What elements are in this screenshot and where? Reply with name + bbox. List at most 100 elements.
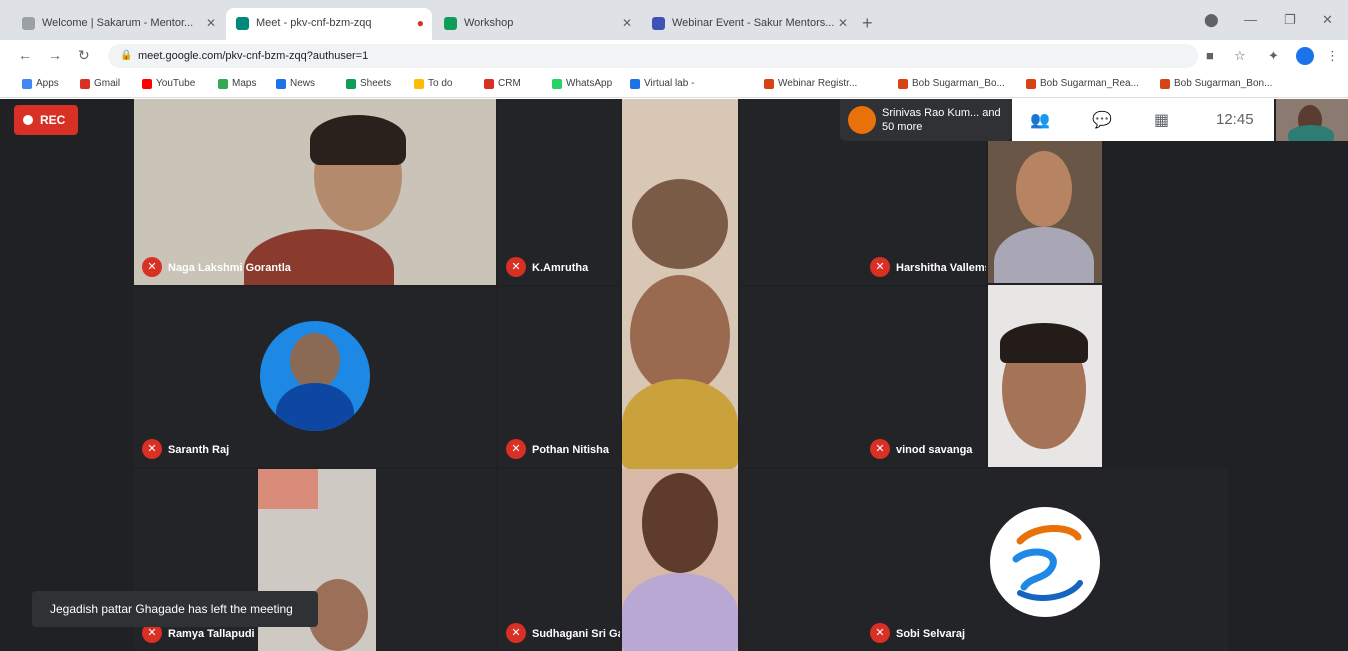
participant-tile[interactable]: ✕ Pothan Nitisha bbox=[498, 287, 620, 467]
bookmark-item[interactable]: Maps bbox=[218, 78, 256, 89]
bookmark-label: News bbox=[290, 78, 316, 89]
reload-icon[interactable]: ↻ bbox=[78, 47, 90, 64]
bookmark-icon bbox=[630, 79, 640, 89]
bookmark-item[interactable]: Bob Sugarman_Bo... bbox=[898, 78, 1005, 89]
bookmark-item[interactable]: Sheets bbox=[346, 78, 391, 89]
bookmark-label: Gmail bbox=[94, 78, 121, 89]
mic-off-icon: ✕ bbox=[870, 439, 890, 459]
participant-tile[interactable]: ✕ K.Amrutha bbox=[498, 99, 620, 285]
self-view[interactable] bbox=[1276, 99, 1348, 141]
bookmark-icon bbox=[276, 79, 286, 89]
participant-name: ✕ vinod savanga bbox=[870, 439, 972, 459]
activities-icon[interactable]: ▦ bbox=[1154, 110, 1169, 130]
recording-dot-icon[interactable]: ● bbox=[417, 8, 424, 38]
bookmark-item[interactable]: Virtual lab - bbox=[630, 78, 694, 89]
user-avatar-icon bbox=[848, 106, 876, 134]
tab-favicon-icon bbox=[22, 17, 35, 30]
window-close-icon[interactable]: ✕ bbox=[1322, 12, 1333, 28]
participant-tile[interactable] bbox=[988, 285, 1102, 467]
mic-off-icon: ✕ bbox=[142, 439, 162, 459]
close-icon[interactable]: ✕ bbox=[838, 8, 848, 38]
participant-tile[interactable] bbox=[622, 99, 738, 469]
person-video bbox=[622, 573, 738, 651]
tab-title: Meet - pkv-cnf-bzm-zqq bbox=[256, 17, 372, 29]
bookmark-label: Webinar Registr... bbox=[778, 78, 858, 89]
close-icon[interactable]: ✕ bbox=[622, 8, 632, 38]
bookmark-label: YouTube bbox=[156, 78, 196, 89]
avatar bbox=[260, 321, 370, 431]
tab-search-icon[interactable]: ⬤ bbox=[1204, 12, 1219, 28]
mic-off-icon: ✕ bbox=[506, 623, 526, 643]
mic-off-icon: ✕ bbox=[870, 257, 890, 277]
bookmark-icon bbox=[1026, 79, 1036, 89]
mic-off-icon: ✕ bbox=[506, 257, 526, 277]
participant-tile[interactable]: ✕ Saranth Raj bbox=[134, 287, 496, 467]
meet-stage: ✕ Naga Lakshmi Gorantla ✕ K.Amrutha ✕ Harsh… bbox=[0, 99, 1348, 651]
person-hair bbox=[1000, 323, 1088, 363]
new-tab-icon[interactable]: + bbox=[862, 13, 873, 34]
bookmark-icon bbox=[142, 79, 152, 89]
person-hair bbox=[310, 115, 406, 165]
bookmark-item[interactable]: CRM bbox=[484, 78, 521, 89]
tab-title: Workshop bbox=[464, 17, 514, 29]
bookmark-item[interactable]: WhatsApp bbox=[552, 78, 612, 89]
close-icon[interactable]: ✕ bbox=[206, 8, 216, 38]
browser-tab[interactable]: Workshop ✕ bbox=[434, 8, 640, 40]
minimize-icon[interactable]: — bbox=[1244, 12, 1257, 27]
meeting-clock: 12:45 bbox=[1216, 111, 1254, 128]
bookmark-icon bbox=[552, 79, 562, 89]
bookmark-item[interactable]: News bbox=[276, 78, 315, 89]
participant-tile[interactable]: ✕ vinod savanga bbox=[740, 287, 986, 467]
forward-icon[interactable]: → bbox=[48, 47, 62, 63]
people-icon[interactable]: 👥 bbox=[1030, 110, 1050, 130]
bookmark-icon bbox=[218, 79, 228, 89]
bookmarks-bar: Apps Gmail YouTube Maps News Sheets To do CRM Wh… bbox=[0, 72, 1348, 98]
mic-off-icon: ✕ bbox=[870, 623, 890, 643]
bookmark-item[interactable]: Bob Sugarman_Rea... bbox=[1026, 78, 1139, 89]
person-video bbox=[632, 179, 728, 269]
address-url: meet.google.com/pkv-cnf-bzm-zqq?authuser… bbox=[138, 50, 369, 62]
lock-icon: 🔒 bbox=[120, 50, 133, 61]
bookmark-icon bbox=[764, 79, 774, 89]
participant-tile[interactable]: ✕ Naga Lakshmi Gorantla bbox=[134, 99, 496, 285]
participant-name: ✕ K.Amrutha bbox=[506, 257, 588, 277]
participants-notification[interactable]: Srinivas Rao Kum... and 50 more bbox=[840, 99, 1012, 141]
browser-tab[interactable]: Welcome | Sakarum - Mentor... ✕ bbox=[12, 8, 224, 40]
browser-tab-active[interactable]: Meet - pkv-cnf-bzm-zqq ● bbox=[226, 8, 432, 40]
menu-kebab-icon[interactable]: ⋮ bbox=[1326, 48, 1339, 64]
bookmark-label: Bob Sugarman_Bo... bbox=[912, 78, 1005, 89]
camera-permission-icon[interactable]: ■ bbox=[1206, 48, 1214, 63]
person-video bbox=[1016, 151, 1072, 227]
participant-tile[interactable]: ✕ Sobi Selvaraj bbox=[740, 469, 1228, 651]
mic-off-icon: ✕ bbox=[142, 257, 162, 277]
address-bar[interactable]: 🔒 meet.google.com/pkv-cnf-bzm-zqq?authus… bbox=[108, 44, 1198, 68]
profile-avatar[interactable] bbox=[1296, 47, 1314, 65]
person-video bbox=[994, 227, 1094, 283]
bookmark-item[interactable]: YouTube bbox=[142, 78, 195, 89]
maximize-icon[interactable]: ❐ bbox=[1284, 12, 1296, 28]
bookmark-item[interactable]: To do bbox=[414, 78, 452, 89]
person-video bbox=[622, 379, 738, 469]
person-video bbox=[642, 473, 718, 573]
participant-tile[interactable]: ✕Sudhagani Sri Ganesh bbox=[498, 469, 620, 651]
bookmark-icon bbox=[414, 79, 424, 89]
sheets-favicon-icon bbox=[444, 17, 457, 30]
bookmark-item[interactable]: Bob Sugarman_Bon... bbox=[1160, 78, 1272, 89]
chat-icon[interactable]: 💬 bbox=[1092, 110, 1112, 130]
participant-tile[interactable] bbox=[622, 469, 738, 651]
extensions-icon[interactable]: ✦ bbox=[1268, 48, 1279, 64]
participant-name: ✕Sudhagani Sri Ganesh bbox=[506, 623, 620, 643]
back-icon[interactable]: ← bbox=[18, 47, 32, 63]
participant-name: ✕ Saranth Raj bbox=[142, 439, 229, 459]
browser-tab[interactable]: Webinar Event - Sakur Mentors... ✕ bbox=[642, 8, 856, 40]
participant-name: ✕ Naga Lakshmi Gorantla bbox=[142, 257, 291, 277]
bookmark-item[interactable]: Apps bbox=[22, 78, 59, 89]
bookmark-star-icon[interactable]: ☆ bbox=[1234, 48, 1246, 64]
mic-off-icon: ✕ bbox=[506, 439, 526, 459]
bookmark-label: Bob Sugarman_Bon... bbox=[1174, 78, 1273, 89]
participant-tile[interactable] bbox=[988, 141, 1102, 283]
bookmark-item[interactable]: Gmail bbox=[80, 78, 120, 89]
bookmark-item[interactable]: Webinar Registr... bbox=[764, 78, 857, 89]
participant-name: ✕ Pothan Nitisha bbox=[506, 439, 609, 459]
tab-title: Welcome | Sakarum - Mentor... bbox=[42, 17, 194, 29]
